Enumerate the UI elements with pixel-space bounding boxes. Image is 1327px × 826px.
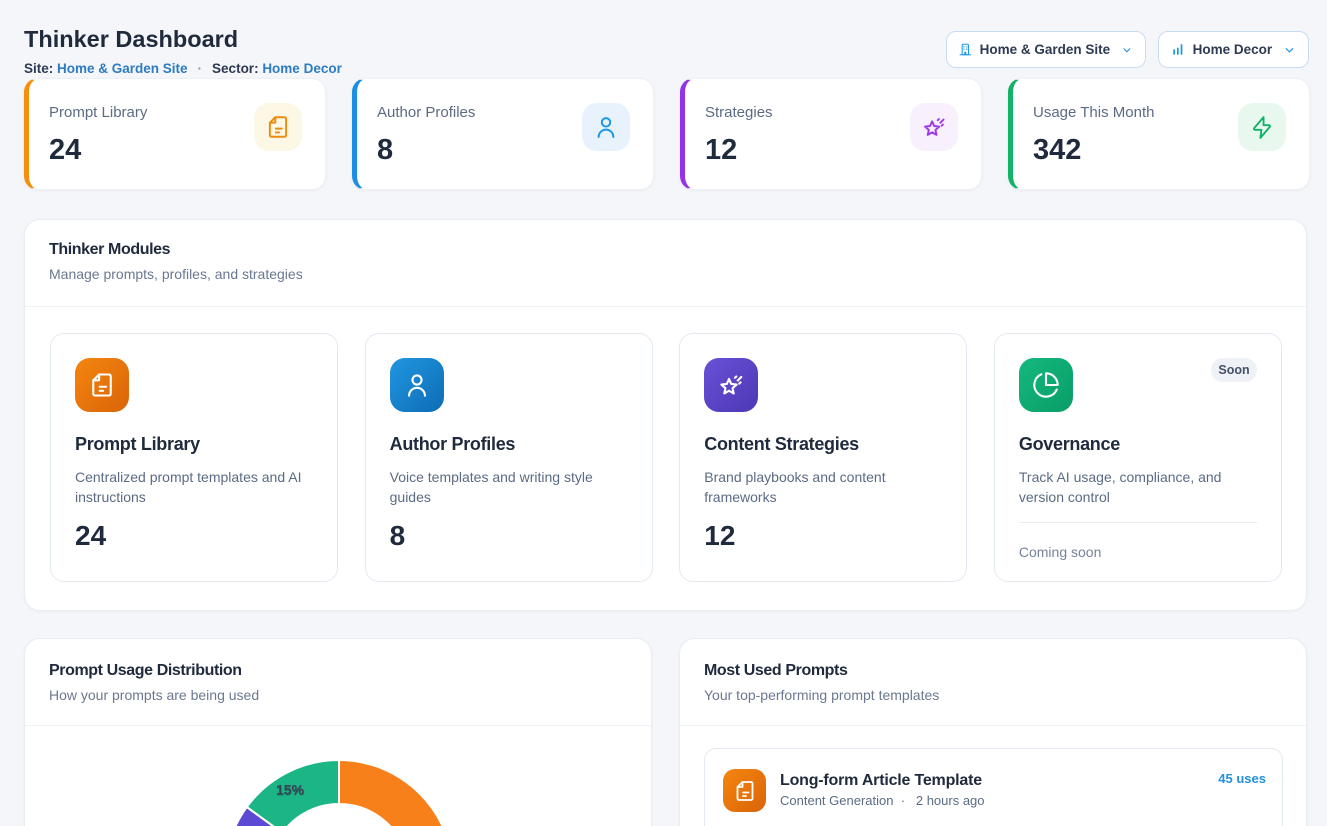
svg-text:15%: 15% [276,781,305,797]
